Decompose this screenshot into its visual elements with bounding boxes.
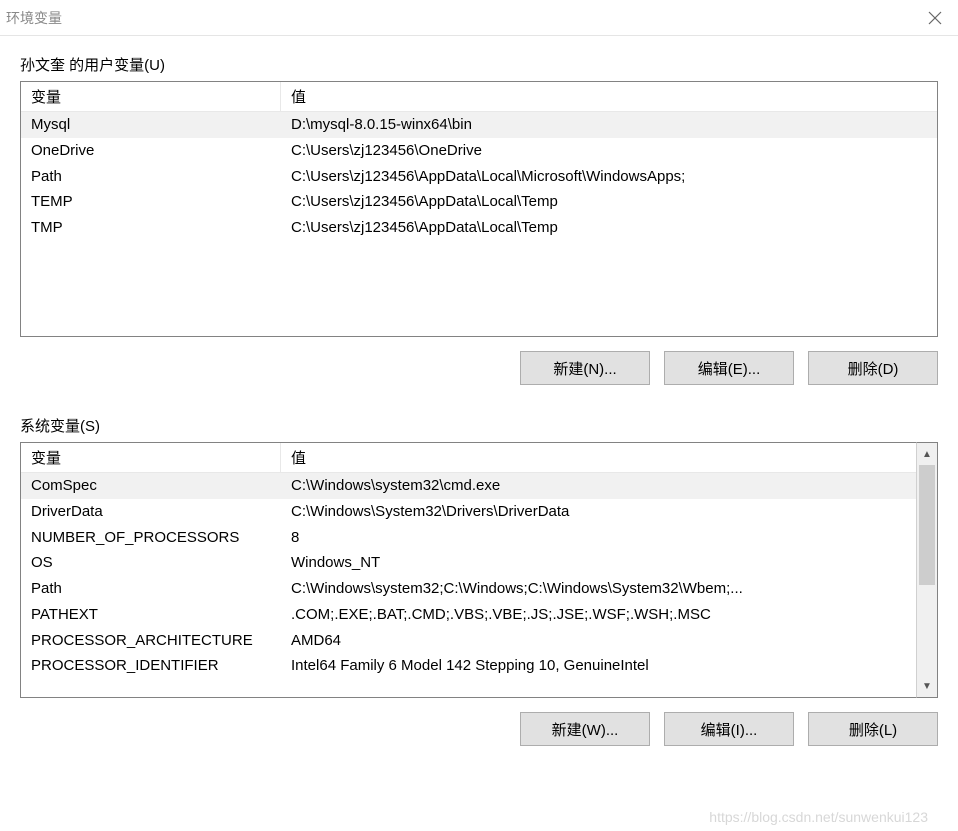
var-name: OneDrive (21, 138, 281, 164)
user-header-variable[interactable]: 变量 (21, 82, 281, 111)
sys-vars-header[interactable]: 变量 值 (21, 443, 916, 473)
var-value: C:\Users\zj123456\OneDrive (281, 138, 937, 164)
sys-vars-listbox[interactable]: 变量 值 ComSpecC:\Windows\system32\cmd.exeD… (20, 442, 916, 698)
user-delete-button[interactable]: 删除(D) (808, 351, 938, 385)
var-name: Path (21, 164, 281, 190)
user-vars-label: 孙文奎 的用户变量(U) (20, 54, 938, 75)
table-row[interactable]: PathC:\Users\zj123456\AppData\Local\Micr… (21, 164, 937, 190)
user-vars-listbox[interactable]: 变量 值 MysqlD:\mysql-8.0.15-winx64\binOneD… (20, 81, 938, 337)
var-name: TEMP (21, 189, 281, 215)
scroll-down-arrow-icon[interactable]: ▼ (917, 675, 937, 697)
table-row[interactable]: PROCESSOR_ARCHITECTUREAMD64 (21, 628, 916, 654)
user-vars-header[interactable]: 变量 值 (21, 82, 937, 112)
table-row[interactable]: TMPC:\Users\zj123456\AppData\Local\Temp (21, 215, 937, 241)
table-row[interactable]: ComSpecC:\Windows\system32\cmd.exe (21, 473, 916, 499)
user-vars-buttons: 新建(N)... 编辑(E)... 删除(D) (20, 337, 938, 407)
scroll-up-arrow-icon[interactable]: ▲ (917, 443, 937, 465)
close-icon (928, 11, 942, 25)
var-value: C:\Users\zj123456\AppData\Local\Temp (281, 189, 937, 215)
var-value: Windows_NT (281, 550, 916, 576)
var-value: AMD64 (281, 628, 916, 654)
var-value: C:\Users\zj123456\AppData\Local\Temp (281, 215, 937, 241)
var-name: Mysql (21, 112, 281, 138)
table-row[interactable]: TEMPC:\Users\zj123456\AppData\Local\Temp (21, 189, 937, 215)
var-name: ComSpec (21, 473, 281, 499)
var-value: D:\mysql-8.0.15-winx64\bin (281, 112, 937, 138)
sys-vars-buttons: 新建(W)... 编辑(I)... 删除(L) (20, 698, 938, 768)
dialog-content: 孙文奎 的用户变量(U) 变量 值 MysqlD:\mysql-8.0.15-w… (0, 36, 958, 768)
var-value: 8 (281, 525, 916, 551)
sys-delete-button[interactable]: 删除(L) (808, 712, 938, 746)
watermark: https://blog.csdn.net/sunwenkui123 (709, 809, 928, 825)
titlebar: 环境变量 (0, 0, 958, 36)
var-name: TMP (21, 215, 281, 241)
close-button[interactable] (912, 0, 958, 36)
sys-scrollbar[interactable]: ▲ ▼ (916, 442, 938, 698)
sys-vars-label: 系统变量(S) (20, 415, 938, 436)
var-name: PATHEXT (21, 602, 281, 628)
var-name: OS (21, 550, 281, 576)
sys-edit-button[interactable]: 编辑(I)... (664, 712, 794, 746)
var-value: Intel64 Family 6 Model 142 Stepping 10, … (281, 653, 916, 673)
var-value: C:\Windows\System32\Drivers\DriverData (281, 499, 916, 525)
user-new-button[interactable]: 新建(N)... (520, 351, 650, 385)
var-value: C:\Windows\system32\cmd.exe (281, 473, 916, 499)
sys-header-variable[interactable]: 变量 (21, 443, 281, 472)
var-value: C:\Windows\system32;C:\Windows;C:\Window… (281, 576, 916, 602)
scroll-thumb[interactable] (919, 465, 935, 585)
var-name: DriverData (21, 499, 281, 525)
table-row[interactable]: NUMBER_OF_PROCESSORS8 (21, 525, 916, 551)
var-name: PROCESSOR_IDENTIFIER (21, 653, 281, 673)
var-name: PROCESSOR_ARCHITECTURE (21, 628, 281, 654)
window-title: 环境变量 (6, 8, 62, 28)
table-row[interactable]: DriverDataC:\Windows\System32\Drivers\Dr… (21, 499, 916, 525)
table-row[interactable]: PATHEXT.COM;.EXE;.BAT;.CMD;.VBS;.VBE;.JS… (21, 602, 916, 628)
table-row[interactable]: PathC:\Windows\system32;C:\Windows;C:\Wi… (21, 576, 916, 602)
scroll-track[interactable] (917, 465, 937, 675)
table-row[interactable]: PROCESSOR_IDENTIFIERIntel64 Family 6 Mod… (21, 653, 916, 673)
var-value: C:\Users\zj123456\AppData\Local\Microsof… (281, 164, 937, 190)
user-edit-button[interactable]: 编辑(E)... (664, 351, 794, 385)
table-row[interactable]: OneDriveC:\Users\zj123456\OneDrive (21, 138, 937, 164)
table-row[interactable]: OSWindows_NT (21, 550, 916, 576)
var-name: Path (21, 576, 281, 602)
sys-new-button[interactable]: 新建(W)... (520, 712, 650, 746)
var-name: NUMBER_OF_PROCESSORS (21, 525, 281, 551)
sys-header-value[interactable]: 值 (281, 443, 916, 472)
var-value: .COM;.EXE;.BAT;.CMD;.VBS;.VBE;.JS;.JSE;.… (281, 602, 916, 628)
user-header-value[interactable]: 值 (281, 82, 937, 111)
table-row[interactable]: MysqlD:\mysql-8.0.15-winx64\bin (21, 112, 937, 138)
